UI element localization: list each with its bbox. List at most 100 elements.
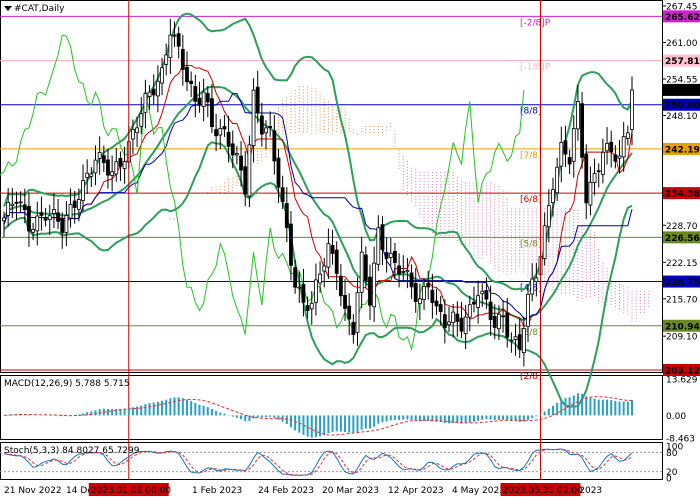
candle-body [160, 67, 164, 84]
candle-body [380, 224, 385, 250]
macd-signal-line [3, 396, 633, 436]
candle-body [338, 275, 343, 297]
candle-body [488, 301, 493, 320]
candle-body [118, 157, 123, 167]
candle-body [222, 126, 227, 130]
price-tick-label: 209.10 [666, 333, 698, 343]
macd-tick-label: 13.629 [666, 376, 698, 386]
candle-body [14, 201, 19, 204]
macd-tick-label: 0.00 [666, 412, 686, 422]
candle-body [571, 128, 576, 162]
candle-body [255, 86, 260, 114]
price-tick-label: 254.55 [666, 75, 698, 85]
candle-body [472, 301, 476, 305]
price-tick-label: 248.10 [666, 112, 698, 122]
candle-body [43, 217, 48, 221]
candle-body [106, 159, 110, 176]
candle-body [447, 321, 451, 326]
symbol-label: #CAT,Daily [14, 4, 65, 14]
candle-body [226, 131, 231, 147]
candle-body [434, 300, 439, 307]
candle-body [584, 153, 589, 204]
candle-body [384, 252, 389, 259]
candle-body [309, 302, 314, 310]
candle-body [542, 225, 547, 259]
candle-body [438, 304, 443, 312]
murrey-level-label: [6/8] [520, 195, 542, 205]
time-axis: 21 Nov 202214 Dec 20221 Feb 202324 Feb 2… [4, 483, 602, 496]
candle-body [413, 283, 418, 302]
candle-body [422, 285, 426, 300]
time-label: 4 May 2023 [452, 486, 505, 496]
murrey-levels: [-2/8]P[-1/8]P[8/8][7/8][6/8][5/8][4/8][… [0, 15, 662, 382]
chart-canvas: [-2/8]P[-1/8]P[8/8][7/8][6/8][5/8][4/8][… [0, 0, 700, 496]
candle-body [605, 143, 609, 152]
price-tick-label: 215.70 [666, 295, 698, 305]
candle-body [210, 98, 214, 127]
candle-body [60, 218, 65, 234]
price-tick-label: 261.00 [666, 39, 698, 49]
price-tag-text: 218.75 [665, 278, 700, 288]
candle-body [39, 212, 44, 216]
candle-body [93, 159, 98, 174]
candle-body [27, 206, 31, 232]
candle-body [372, 262, 377, 308]
candle-body [467, 304, 472, 318]
price-tag-text: 257.81 [665, 57, 700, 67]
candle-body [259, 115, 264, 135]
candle-body [18, 201, 23, 204]
stoch-tick-label: 80 [666, 449, 678, 459]
candle-body [501, 315, 505, 318]
candle-body [330, 244, 335, 254]
candle-body [276, 157, 281, 188]
candle-body [76, 199, 81, 210]
candle-body [6, 201, 11, 216]
bollinger-bands [3, 12, 633, 408]
murrey-level-label: [5/8] [520, 239, 542, 249]
candle-body [621, 136, 626, 158]
candle-body [81, 180, 85, 201]
candle-body [513, 336, 518, 340]
candle-body [555, 166, 560, 194]
chart-title: #CAT,Daily [4, 4, 65, 14]
time-marker-text: 2023.05.31 00:00 [503, 486, 584, 496]
candle-body [600, 151, 605, 175]
candle-body [326, 243, 331, 268]
candle-body [376, 227, 381, 265]
price-tick-label: 267.45 [666, 3, 698, 13]
price-tag-text: 234.38 [665, 190, 700, 200]
candle-body [193, 86, 198, 102]
candle-body [388, 252, 393, 258]
candle-body [596, 170, 601, 173]
candle-body [56, 212, 60, 222]
candle-body [613, 154, 618, 162]
candle-body [251, 89, 256, 147]
triangle-down-icon [4, 6, 12, 11]
candle-body [139, 113, 144, 127]
candle-body [201, 91, 206, 108]
murrey-level-label: [-1/8]P [520, 63, 551, 73]
time-marker-text: 2023.01.06 00:00 [91, 486, 172, 496]
candle-body [430, 289, 435, 303]
candle-body [459, 317, 464, 332]
candle-body [347, 305, 352, 320]
candle-body [230, 143, 235, 156]
candle-body [155, 80, 160, 97]
candle-body [401, 271, 406, 273]
candle-body [301, 284, 306, 303]
stoch-tick-label: 0 [666, 475, 672, 485]
candle-body [492, 315, 497, 328]
candle-body [576, 101, 580, 130]
price-tag-text: 265.62 [665, 13, 700, 23]
candle-body [151, 88, 156, 96]
candle-body [592, 173, 597, 184]
candle-body [97, 151, 102, 159]
candle-body [363, 254, 368, 281]
macd-label: MACD(12,26,9) 5.788 5.715 [4, 379, 130, 389]
candle-body [268, 126, 273, 128]
price-tag-text: 252.62 [665, 86, 700, 96]
candle-body [393, 251, 397, 264]
candle-body [147, 91, 152, 97]
candle-body [235, 153, 239, 156]
candle-body [521, 328, 526, 354]
